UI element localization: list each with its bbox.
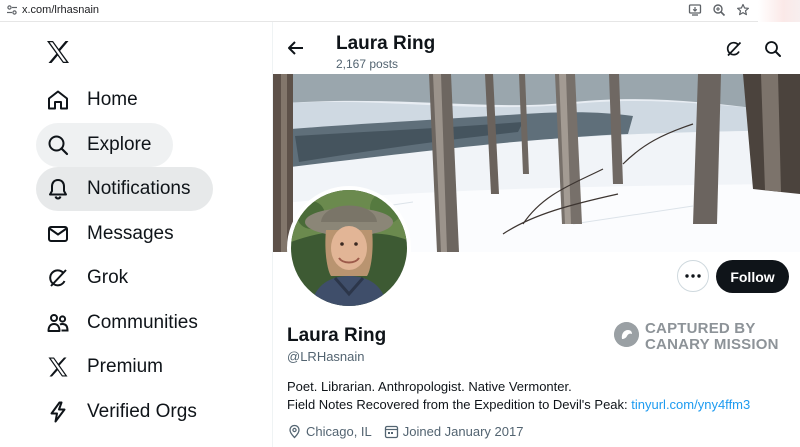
- nav-grok[interactable]: Grok: [36, 256, 150, 300]
- nav-grok-label: Grok: [87, 267, 129, 288]
- nav-notifications-label: Notifications: [87, 178, 191, 199]
- zoom-icon[interactable]: [712, 3, 726, 17]
- ellipsis-icon: [685, 274, 701, 278]
- nav-messages-label: Messages: [87, 223, 174, 244]
- nav-premium-label: Premium: [87, 356, 164, 377]
- nav-home-label: Home: [87, 89, 138, 110]
- profile-avatar[interactable]: [287, 186, 411, 310]
- grok-icon: [49, 269, 67, 287]
- profile-meta: Chicago, IL Joined January 2017: [287, 424, 523, 439]
- nav-premium[interactable]: Premium: [36, 345, 185, 389]
- back-arrow-icon[interactable]: [287, 39, 305, 57]
- nav-verified-orgs[interactable]: Verified Orgs: [36, 390, 219, 434]
- home-icon: [48, 90, 68, 110]
- bio-line-2: Field Notes Recovered from the Expeditio…: [287, 396, 787, 414]
- profile-chip-fade: [758, 0, 800, 22]
- follow-button[interactable]: Follow: [716, 260, 789, 293]
- profile-location: Chicago, IL: [306, 424, 372, 439]
- left-navigation: Home Explore Notifications Messages Grok: [0, 22, 272, 447]
- url-text[interactable]: x.com/lrhasnain: [22, 4, 99, 16]
- location-pin-icon: [289, 424, 300, 439]
- browser-address-bar: x.com/lrhasnain: [0, 0, 800, 22]
- grok-icon[interactable]: [725, 40, 743, 58]
- search-icon: [48, 135, 69, 156]
- nav-verified-orgs-label: Verified Orgs: [87, 401, 197, 422]
- more-options-button[interactable]: [677, 260, 709, 292]
- profile-header: Laura Ring 2,167 posts: [273, 22, 800, 74]
- header-post-count: 2,167 posts: [336, 57, 399, 71]
- profile-bio: Poet. Librarian. Anthropologist. Native …: [287, 378, 787, 414]
- search-icon[interactable]: [764, 40, 782, 58]
- nav-communities[interactable]: Communities: [36, 301, 220, 345]
- nav-notifications[interactable]: Notifications: [36, 167, 213, 211]
- nav-messages[interactable]: Messages: [36, 212, 196, 256]
- watermark-line-1: CAPTURED BY: [645, 320, 756, 337]
- bell-icon: [49, 179, 67, 200]
- profile-name: Laura Ring: [287, 325, 387, 346]
- canary-mission-watermark: CAPTURED BY CANARY MISSION: [614, 318, 784, 354]
- nav-explore[interactable]: Explore: [36, 123, 174, 167]
- x-logo-icon[interactable]: [45, 40, 71, 64]
- envelope-icon: [48, 226, 68, 242]
- x-premium-icon: [48, 357, 68, 377]
- nav-explore-label: Explore: [87, 134, 152, 155]
- bookmark-star-icon[interactable]: [736, 3, 750, 17]
- lightning-icon: [50, 401, 66, 423]
- bio-link[interactable]: tinyurl.com/yny4ffm3: [631, 397, 750, 412]
- watermark-line-2: CANARY MISSION: [645, 336, 779, 353]
- bio-line-2-text: Field Notes Recovered from the Expeditio…: [287, 397, 632, 412]
- bio-line-1: Poet. Librarian. Anthropologist. Native …: [287, 379, 572, 394]
- nav-communities-label: Communities: [87, 312, 198, 333]
- site-settings-icon[interactable]: [6, 4, 18, 16]
- calendar-icon: [384, 425, 398, 439]
- install-app-icon[interactable]: [688, 3, 702, 17]
- profile-handle: @LRHasnain: [287, 349, 365, 364]
- communities-icon: [47, 314, 69, 332]
- profile-joined-date: Joined January 2017: [402, 424, 524, 439]
- header-profile-name: Laura Ring: [336, 33, 436, 54]
- nav-home[interactable]: Home: [36, 78, 160, 122]
- canary-seal-icon: [614, 322, 639, 347]
